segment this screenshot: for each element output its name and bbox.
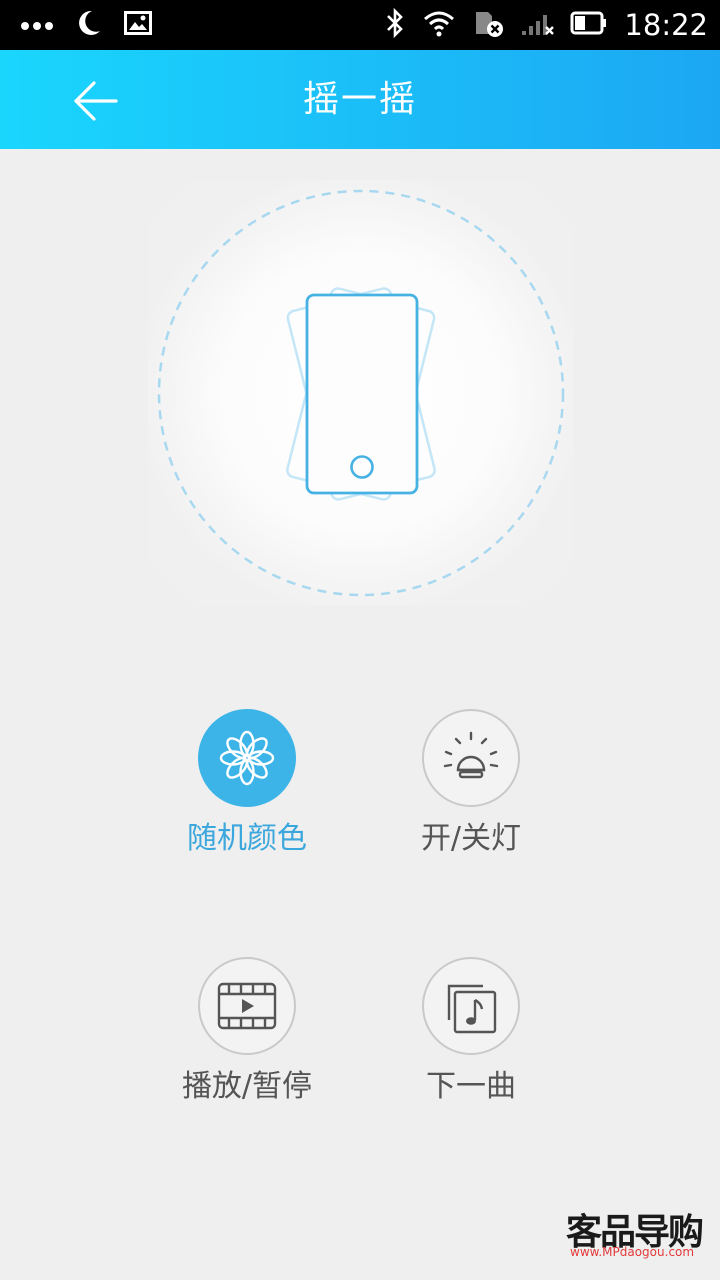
- random-color-button[interactable]: [198, 709, 296, 807]
- play-pause-label: 播放/暂停: [181, 1069, 313, 1104]
- light-bulb-icon: [443, 731, 499, 779]
- random-color-action[interactable]: 随机颜色: [137, 709, 357, 859]
- video-play-icon: [217, 982, 277, 1030]
- next-track-label: 下一曲: [426, 1069, 516, 1104]
- light-toggle-button[interactable]: [422, 709, 520, 807]
- sim-card-icon: [472, 8, 504, 42]
- signal-icon: [520, 9, 555, 41]
- music-note-icon: [447, 984, 497, 1034]
- moon-icon: [76, 9, 102, 41]
- shaking-phone-icon: [157, 189, 565, 597]
- flower-icon: [219, 730, 275, 786]
- light-toggle-action[interactable]: 开/关灯: [361, 709, 581, 859]
- next-track-action[interactable]: 下一曲: [361, 957, 581, 1107]
- watermark-url: www.MPdaogou.com: [570, 1245, 695, 1259]
- more-dots-icon: [20, 16, 54, 35]
- battery-icon: [570, 11, 608, 39]
- bluetooth-icon: [384, 7, 406, 42]
- image-icon: [124, 11, 152, 39]
- back-button[interactable]: [72, 78, 122, 124]
- arrow-left-icon: [74, 81, 118, 121]
- app-bar: 摇一摇: [0, 50, 720, 149]
- next-track-button[interactable]: [422, 957, 520, 1055]
- shake-area[interactable]: [148, 180, 574, 606]
- wifi-icon: [422, 9, 456, 41]
- play-pause-button[interactable]: [198, 957, 296, 1055]
- status-bar: 18:22: [0, 0, 720, 50]
- light-toggle-label: 开/关灯: [420, 821, 522, 856]
- watermark-logo: 客品导购 www.MPdaogou.com: [566, 1203, 706, 1267]
- random-color-label: 随机颜色: [187, 821, 307, 856]
- clock: 18:22: [624, 8, 708, 42]
- play-pause-action[interactable]: 播放/暂停: [137, 957, 357, 1107]
